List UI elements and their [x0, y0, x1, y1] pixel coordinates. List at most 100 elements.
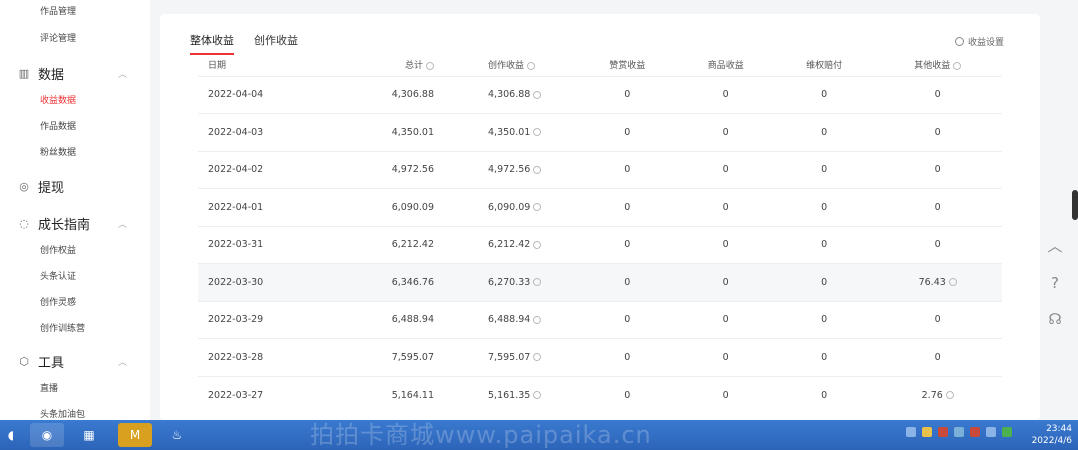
- sidebar-item[interactable]: 评论管理: [40, 31, 76, 44]
- sidebar-item[interactable]: 粉丝数据: [40, 145, 76, 158]
- table-row: 2022-03-28 7,595.07 7,595.07 0 0 0 0: [198, 338, 1002, 376]
- cell-value: 4,306.88: [488, 89, 531, 101]
- tray-icon[interactable]: [986, 427, 996, 437]
- sidebar: 作品管理评论管理 ▥ 数据 ︿ 收益数据作品数据粉丝数据 ◎ 提现 ◌ 成长指南 ︿ 创作权益头条认…: [0, 0, 150, 420]
- sidebar-item[interactable]: 创作灵感: [40, 295, 76, 308]
- sidebar-item[interactable]: 作品管理: [40, 4, 76, 17]
- sidebar-item[interactable]: 收益数据: [40, 93, 76, 106]
- cell-value: 2.76: [921, 389, 943, 401]
- tab-creation-income[interactable]: 创作收益: [254, 32, 298, 55]
- clock[interactable]: 23:44 2022/4/6: [1032, 423, 1072, 447]
- fire-app-taskbar-icon[interactable]: ♨: [160, 423, 194, 447]
- cell-value: 5,164.11: [391, 389, 434, 401]
- cell-date: 2022-03-29: [198, 300, 318, 339]
- header-other[interactable]: 其他收益: [873, 54, 1002, 76]
- tray-icon[interactable]: [922, 427, 932, 437]
- table-row: 2022-03-31 6,212.42 6,212.42 0 0 0 0: [198, 225, 1002, 264]
- cell-other: 2.76: [873, 375, 1002, 414]
- sidebar-item[interactable]: 创作训练营: [40, 321, 85, 334]
- chevron-up-icon: ︿: [118, 70, 128, 80]
- sidebar-item[interactable]: 直播: [40, 381, 58, 394]
- tray-icon[interactable]: [938, 427, 948, 437]
- cell-value: 0: [722, 89, 729, 101]
- cell-value: 0: [722, 389, 729, 401]
- income-settings-link[interactable]: 收益设置: [954, 35, 1004, 48]
- cell-value: 0: [624, 276, 631, 288]
- tray-icon[interactable]: [954, 427, 964, 437]
- info-icon[interactable]: [948, 278, 957, 287]
- help-icon[interactable]: ?: [1040, 274, 1070, 292]
- table-row: 2022-04-02 4,972.56 4,972.56 0 0 0 0: [198, 150, 1002, 189]
- cell-value: 0: [624, 314, 631, 326]
- m-app-taskbar-icon[interactable]: M: [118, 423, 152, 447]
- header-rights[interactable]: 维权赔付: [775, 54, 873, 76]
- header-goods[interactable]: 商品收益: [676, 54, 774, 76]
- chrome-taskbar-icon[interactable]: ◉: [30, 423, 64, 447]
- info-icon[interactable]: [533, 203, 542, 212]
- cell-date: 2022-03-27: [198, 375, 318, 414]
- info-icon[interactable]: [533, 353, 542, 362]
- cell-total: 7,595.07: [318, 338, 438, 376]
- header-creation[interactable]: 创作收益: [438, 54, 578, 76]
- cell-value: 6,090.09: [488, 201, 531, 213]
- tab-overall-income[interactable]: 整体收益: [190, 32, 234, 55]
- sidebar-item[interactable]: 头条认证: [40, 269, 76, 282]
- info-icon[interactable]: [945, 391, 954, 399]
- tray-icon[interactable]: [1002, 427, 1012, 437]
- sidebar-item[interactable]: 头条加油包: [40, 407, 85, 420]
- back-to-top-icon[interactable]: ︿: [1040, 235, 1070, 256]
- info-icon[interactable]: [533, 240, 542, 249]
- info-icon[interactable]: [426, 61, 434, 70]
- sidebar-item[interactable]: 作品数据: [40, 119, 76, 132]
- table-row: 2022-03-27 5,164.11 5,161.35 0 0 0 2.76: [198, 375, 1002, 414]
- sidebar-item[interactable]: 创作权益: [40, 243, 76, 256]
- sidebar-group[interactable]: ◎ 提现: [18, 177, 64, 196]
- cell-value: 4,306.88: [391, 89, 434, 101]
- info-icon[interactable]: [533, 165, 542, 174]
- info-icon[interactable]: [533, 315, 542, 324]
- cell-date: 2022-04-01: [198, 188, 318, 226]
- info-icon[interactable]: [533, 278, 542, 287]
- cell-date: 2022-03-28: [198, 338, 318, 376]
- header-date[interactable]: 日期: [198, 54, 318, 76]
- info-icon[interactable]: [527, 61, 536, 70]
- cell-reward: 0: [578, 263, 677, 301]
- cell-rights: 0: [774, 75, 874, 114]
- cell-value: 6,270.33: [488, 276, 531, 288]
- customer-service-icon[interactable]: ☊: [1040, 310, 1070, 328]
- info-icon[interactable]: [953, 61, 962, 70]
- cell-rights: 0: [774, 113, 874, 151]
- cell-other: 0: [873, 338, 1002, 376]
- start-button[interactable]: ◖: [0, 423, 22, 447]
- tray-icon[interactable]: [970, 427, 980, 437]
- info-icon[interactable]: [533, 90, 542, 99]
- cell-value: 6,488.94: [391, 314, 434, 326]
- floating-tools: ︿ ? ☊: [1040, 235, 1070, 346]
- cell-total: 6,090.09: [318, 188, 438, 226]
- sidebar-group[interactable]: ▥ 数据 ︿: [18, 64, 127, 83]
- cell-rights: 0: [774, 263, 874, 301]
- cell-date: 2022-03-31: [198, 225, 318, 264]
- header-reward[interactable]: 赞赏收益: [578, 54, 676, 76]
- cell-value: 2022-03-31: [208, 239, 264, 251]
- cell-value: 2022-04-04: [208, 89, 264, 101]
- scrollbar-handle[interactable]: [1072, 190, 1078, 220]
- sidebar-group[interactable]: ◌ 成长指南 ︿: [18, 214, 127, 233]
- cell-goods: 0: [676, 375, 775, 414]
- sidebar-group[interactable]: ⬡ 工具 ︿: [18, 352, 127, 371]
- info-icon[interactable]: [533, 128, 542, 137]
- cell-rights: 0: [774, 300, 874, 339]
- cell-date: 2022-04-03: [198, 113, 318, 151]
- sidebar-group-label: 工具: [38, 356, 65, 371]
- info-icon[interactable]: [533, 391, 542, 399]
- app-taskbar-icon[interactable]: ▦: [72, 423, 106, 447]
- cell-create: 4,972.56: [438, 150, 578, 189]
- cell-reward: 0: [578, 75, 677, 114]
- cell-value: 2022-04-01: [208, 201, 264, 213]
- cell-value: 0: [821, 389, 828, 401]
- table-row: 2022-04-03 4,350.01 4,350.01 0 0 0 0: [198, 113, 1002, 151]
- cell-goods: 0: [676, 150, 775, 189]
- tray-icon[interactable]: [906, 427, 916, 437]
- cell-total: 4,350.01: [318, 113, 438, 151]
- header-total[interactable]: 总计: [318, 54, 438, 76]
